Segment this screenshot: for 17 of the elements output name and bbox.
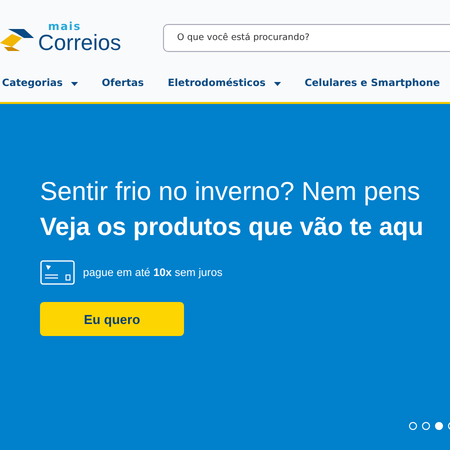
nav-item[interactable]: Categorias bbox=[2, 78, 78, 89]
carousel-dot[interactable] bbox=[409, 422, 417, 430]
nav-item[interactable]: Eletrodomésticos bbox=[168, 78, 281, 89]
carousel-dot[interactable] bbox=[422, 422, 430, 430]
nav-item[interactable]: Ofertas bbox=[102, 78, 144, 89]
carousel-dot[interactable] bbox=[435, 422, 443, 430]
caret-icon bbox=[70, 82, 78, 86]
logo-tagline: mais bbox=[48, 21, 82, 32]
installments-text: pague em até 10x sem juros bbox=[83, 266, 222, 278]
logo-name: Correios bbox=[38, 32, 122, 54]
nav-item[interactable]: Celulares e Smartphone bbox=[304, 78, 440, 89]
hero-subheadline: Veja os produtos que vão te aqu bbox=[40, 213, 424, 242]
cta-button[interactable]: Eu quero bbox=[40, 302, 184, 336]
card-icon bbox=[40, 260, 75, 285]
hero-headline: Sentir frio no inverno? Nem pens bbox=[40, 176, 422, 207]
search-field[interactable]: O que você está procurando? bbox=[163, 24, 450, 52]
caret-icon bbox=[274, 82, 281, 86]
